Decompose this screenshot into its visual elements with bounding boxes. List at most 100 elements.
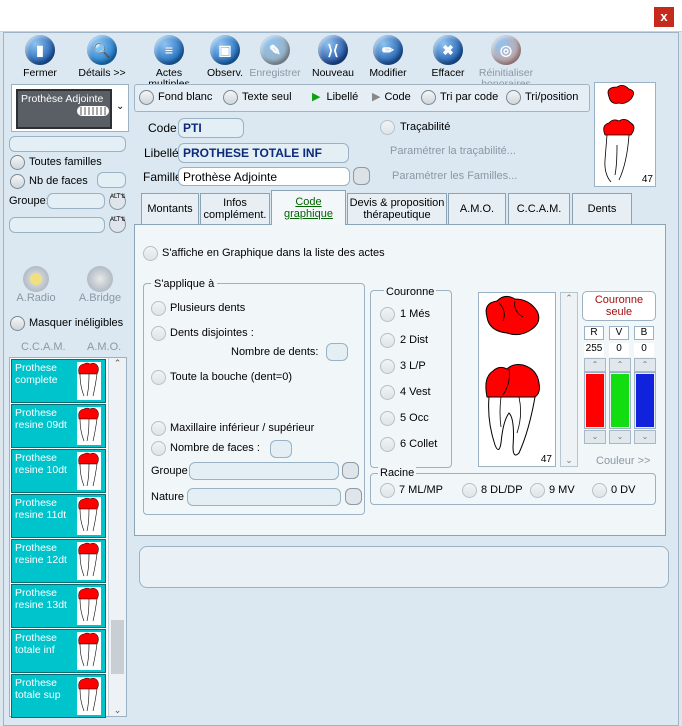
preview-number: 47: [641, 174, 653, 185]
list-item[interactable]: Prothese resine 13dt: [11, 584, 106, 628]
libelle-sort-button[interactable]: ▶ Libellé: [312, 90, 358, 103]
tracabilite-checkbox[interactable]: Traçabilité: [380, 120, 450, 135]
maxillaire-checkbox[interactable]: Maxillaire inférieur / supérieur: [151, 421, 314, 436]
rgb-value-R[interactable]: 255: [584, 343, 604, 357]
comment-field[interactable]: [139, 546, 669, 588]
nb-faces-radio[interactable]: Nb de faces: [10, 174, 88, 189]
fermer-button[interactable]: ▮ Fermer: [10, 34, 70, 82]
rgb-value-B[interactable]: 0: [634, 343, 654, 357]
rgb-down-V[interactable]: ⌄: [609, 430, 631, 444]
scroll-thumb[interactable]: [111, 620, 124, 674]
tooth-scrollbar[interactable]: ⌃ ⌄: [560, 292, 578, 467]
chevron-down-icon[interactable]: ⌄: [116, 101, 124, 112]
list-item[interactable]: Prothese resine 12dt: [11, 539, 106, 583]
fermer-icon: ▮: [25, 35, 55, 65]
list-scrollbar[interactable]: ⌃ ⌄: [108, 358, 126, 716]
alt-sort-button-1[interactable]: ALT⇅: [109, 193, 126, 210]
nombre-faces-field[interactable]: [270, 440, 292, 458]
dents-disjointes-radio[interactable]: Dents disjointes :: [151, 326, 254, 341]
nb-faces-field[interactable]: [97, 172, 126, 188]
face-radio-5[interactable]: 5 Occ: [380, 411, 429, 426]
tab-devis-proposition-th-rapeutique[interactable]: Devis & proposition thérapeutique: [347, 193, 447, 224]
list-item[interactable]: Prothese totale inf: [11, 629, 106, 673]
tooth-mini-icon: [77, 407, 101, 445]
tri-position-radio[interactable]: Tri/position: [506, 90, 578, 105]
actes-icon: ≡: [154, 35, 184, 65]
face-radio-2[interactable]: 2 Dist: [380, 333, 428, 348]
racine-radio-0[interactable]: 0 DV: [592, 483, 635, 498]
face-radio-1[interactable]: 1 Més: [380, 307, 430, 322]
code-sort-button[interactable]: ▶ Code: [372, 90, 411, 103]
tab-dents[interactable]: Dents: [572, 193, 632, 224]
tooth-mini-icon: [77, 452, 101, 490]
rgb-slider-B[interactable]: [634, 372, 656, 429]
param-familles-link[interactable]: Paramétrer les Familles...: [392, 170, 517, 182]
tab-c-c-a-m[interactable]: C.C.A.M.: [508, 193, 570, 224]
rgb-value-V[interactable]: 0: [609, 343, 629, 357]
groupe-picker-button[interactable]: [342, 462, 359, 479]
tab-infos-compl-ment[interactable]: Infos complément.: [200, 193, 270, 224]
libelle-field[interactable]: PROTHESE TOTALE INF: [178, 143, 349, 163]
rgb-down-R[interactable]: ⌄: [584, 430, 606, 444]
list-item[interactable]: Prothese resine 11dt: [11, 494, 106, 538]
list-item[interactable]: Prothese resine 10dt: [11, 449, 106, 493]
a-radio-button[interactable]: A.Radio: [16, 266, 56, 304]
fond-blanc-radio[interactable]: Fond blanc: [139, 90, 212, 105]
list-item[interactable]: Prothese resine 09dt: [11, 404, 106, 448]
effacer-button[interactable]: ✖ Effacer: [418, 34, 478, 82]
nombre-faces-checkbox[interactable]: Nombre de faces :: [151, 441, 260, 456]
plusieurs-dents-radio[interactable]: Plusieurs dents: [151, 301, 245, 316]
couronne-seule-button[interactable]: Couronne seule: [582, 291, 656, 321]
code-field[interactable]: PTI: [178, 118, 244, 138]
modifier-button[interactable]: ✏ Modifier: [358, 34, 418, 82]
groupe-field-2[interactable]: [9, 217, 105, 233]
groupe-field[interactable]: [47, 193, 105, 209]
enregistrer-button[interactable]: ✎ Enregistrer: [245, 34, 305, 82]
masquer-checkbox[interactable]: Masquer inéligibles: [10, 316, 123, 331]
racine-radio-8[interactable]: 8 DL/DP: [462, 483, 523, 498]
nouveau-button[interactable]: ⟩⟨ Nouveau: [303, 34, 363, 82]
famille-field[interactable]: Prothèse Adjointe: [178, 167, 350, 186]
close-button[interactable]: x: [654, 7, 674, 27]
honoraires-button[interactable]: ◎Réinitialiser honoraires: [473, 34, 539, 90]
famille-picker-button[interactable]: [353, 167, 370, 185]
groupe-graph-field[interactable]: [189, 462, 339, 480]
toute-bouche-radio[interactable]: Toute la bouche (dent=0): [151, 370, 292, 385]
face-radio-3[interactable]: 3 L/P: [380, 359, 426, 374]
rgb-label-R: R: [584, 326, 604, 340]
racine-radio-7[interactable]: 7 ML/MP: [380, 483, 443, 498]
param-tracabilite-link[interactable]: Paramétrer la traçabilité...: [390, 145, 516, 157]
tab-montants[interactable]: Montants: [141, 193, 199, 224]
rgb-slider-V[interactable]: [609, 372, 631, 429]
rgb-down-B[interactable]: ⌄: [634, 430, 656, 444]
face-radio-6[interactable]: 6 Collet: [380, 437, 437, 452]
couleur-button[interactable]: Couleur >>: [596, 455, 650, 467]
tri-code-radio[interactable]: Tri par code: [421, 90, 498, 105]
tab-a-m-o[interactable]: A.M.O.: [448, 193, 506, 224]
nombre-dents-field[interactable]: [326, 343, 348, 361]
tab-code-graphique[interactable]: Code graphique: [271, 190, 346, 225]
list-item-label: Prothese resine 09dt: [15, 407, 67, 431]
details-button[interactable]: 🔍 Détails >>: [72, 34, 132, 82]
toutes-familles-radio[interactable]: Toutes familles: [10, 155, 102, 170]
list-item[interactable]: Prothese complete: [11, 359, 106, 403]
famille-combo[interactable]: Prothèse Adjointe ⌄: [11, 84, 129, 132]
a-bridge-button[interactable]: A.Bridge: [78, 266, 122, 304]
nature-picker-button[interactable]: [345, 488, 362, 505]
list-item[interactable]: Prothese totale sup: [11, 674, 106, 718]
rgb-up-R[interactable]: ⌃: [584, 358, 606, 372]
face-radio-4[interactable]: 4 Vest: [380, 385, 431, 400]
racine-radio-9[interactable]: 9 MV: [530, 483, 575, 498]
texte-seul-radio[interactable]: Texte seul: [223, 90, 292, 105]
rgb-slider-R[interactable]: [584, 372, 606, 429]
search-field[interactable]: [9, 136, 126, 152]
nature-field[interactable]: [187, 488, 341, 506]
tooth-mini-icon: [77, 587, 101, 625]
rgb-up-V[interactable]: ⌃: [609, 358, 631, 372]
actes-button[interactable]: ≡Actes multiples: [139, 34, 199, 90]
alt-sort-button-2[interactable]: ALT⇅: [109, 216, 126, 233]
toutes-familles-label: Toutes familles: [29, 156, 102, 169]
tooth-icon: [485, 295, 540, 456]
saffiche-checkbox[interactable]: S'affiche en Graphique dans la liste des…: [143, 246, 385, 261]
rgb-up-B[interactable]: ⌃: [634, 358, 656, 372]
